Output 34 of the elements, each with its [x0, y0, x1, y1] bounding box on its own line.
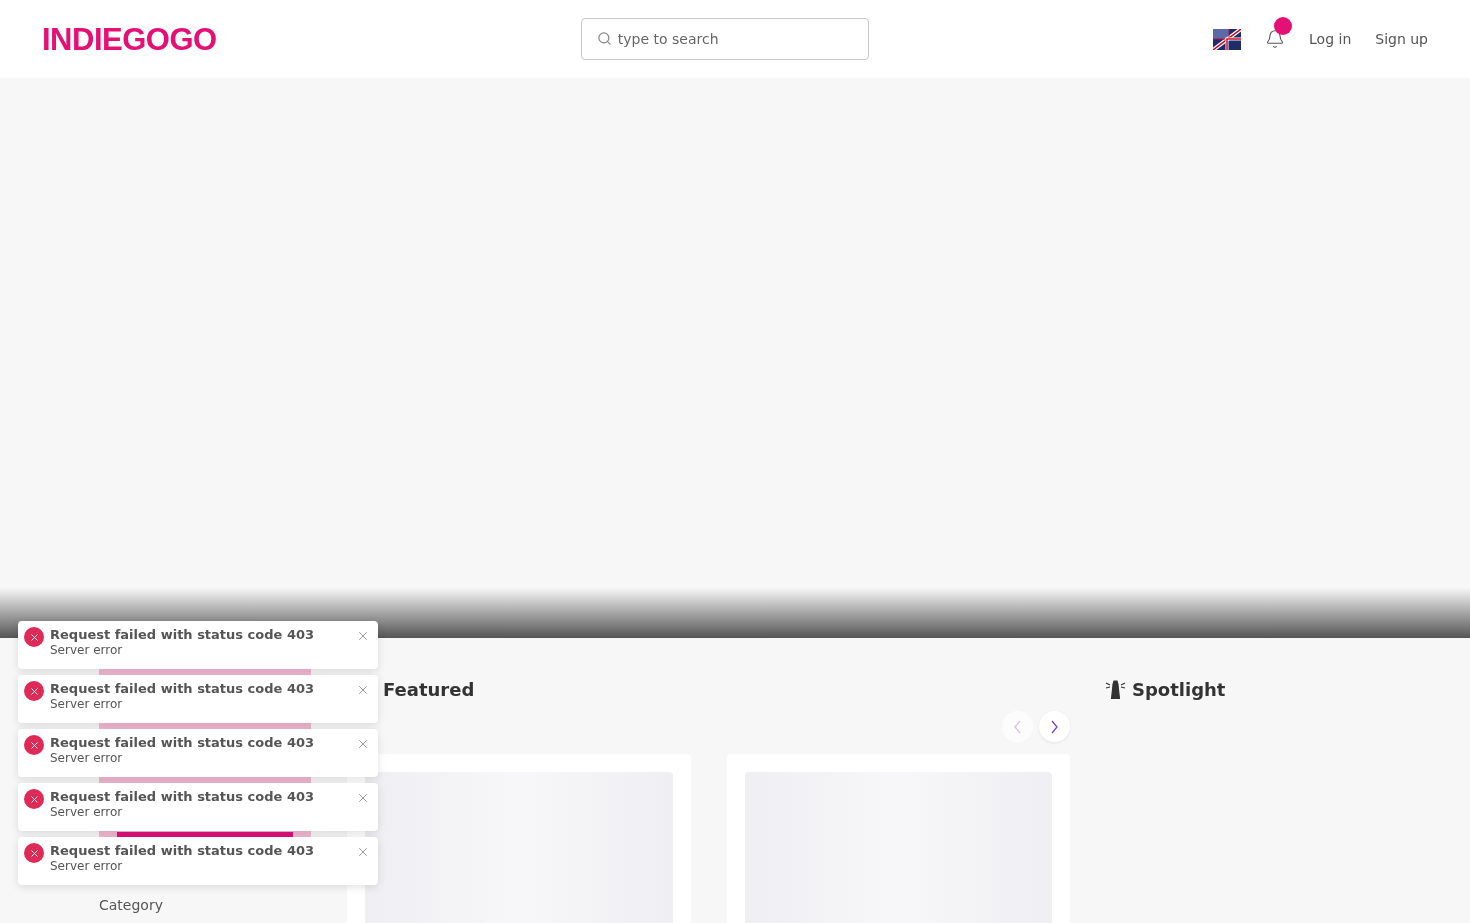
- error-icon: [24, 627, 44, 647]
- toast-message: Server error: [50, 859, 124, 875]
- category-label: Category: [99, 896, 164, 915]
- toast-title: Request failed with status code 403: [50, 627, 315, 644]
- toast-title: Request failed with status code 403: [50, 789, 315, 806]
- close-icon: [356, 683, 370, 697]
- search-field[interactable]: type to search: [580, 18, 869, 60]
- close-icon: [356, 737, 370, 751]
- search-icon: [596, 31, 612, 46]
- toast-message: Server error: [50, 751, 124, 767]
- login-link[interactable]: Log in: [1309, 28, 1352, 50]
- section-heading: Spotlight: [1132, 678, 1226, 702]
- next-button[interactable]: [1039, 711, 1070, 742]
- close-icon: [356, 791, 370, 805]
- close-icon: [356, 629, 370, 643]
- signup-link[interactable]: Sign up: [1375, 28, 1428, 50]
- toast-title: Request failed with status code 403: [50, 843, 315, 860]
- toast-title: Request failed with status code 403: [50, 735, 315, 752]
- toast-message: Server error: [50, 643, 124, 659]
- error-icon: [24, 789, 44, 809]
- chevron-right-icon: [1051, 719, 1058, 734]
- close-icon: [356, 845, 370, 859]
- chevron-left-icon: [1014, 719, 1021, 734]
- lighthouse-icon: [1105, 680, 1126, 699]
- flag-icon[interactable]: [1213, 28, 1242, 50]
- toast-message: Server error: [50, 805, 124, 821]
- logo[interactable]: INDIEGOGO: [42, 23, 217, 55]
- notification-bell-icon[interactable]: [1265, 29, 1286, 49]
- toast-message: Server error: [50, 697, 124, 713]
- toast-title: Request failed with status code 403: [50, 681, 315, 698]
- error-icon: [24, 843, 44, 863]
- error-icon: [24, 735, 44, 755]
- section-heading: Featured: [383, 678, 475, 702]
- error-icon: [24, 681, 44, 701]
